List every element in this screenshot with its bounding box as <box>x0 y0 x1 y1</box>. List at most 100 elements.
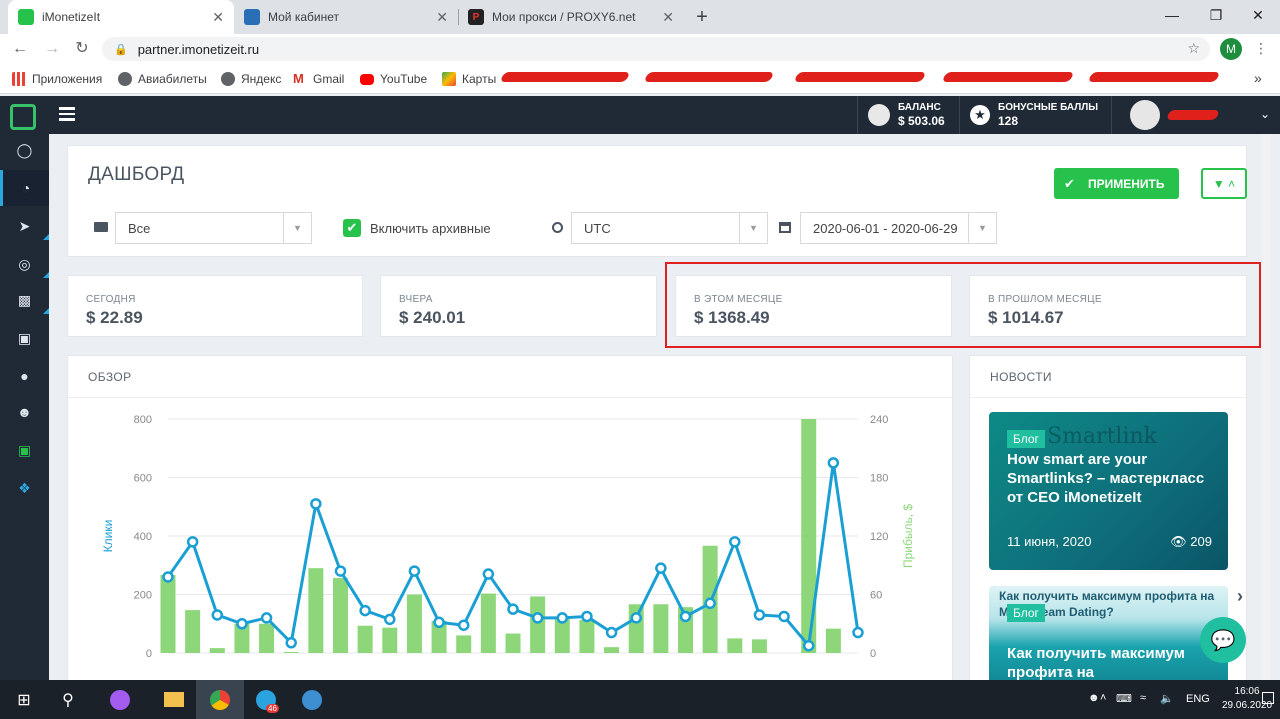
stat-card-yesterday: ВЧЕРА $ 240.01 <box>380 275 657 337</box>
new-tab-button[interactable]: + <box>690 0 714 34</box>
telegram-icon[interactable]: 46 <box>242 680 290 719</box>
sidebar-item-payments[interactable]: ▣ <box>0 320 49 356</box>
sidebar-item-ideas[interactable]: ◯ <box>0 132 49 168</box>
bookmark-apps[interactable]: Приложения <box>12 72 102 86</box>
bonus-points-box[interactable]: ★ БОНУСНЫЕ БАЛЛЫ 128 <box>959 96 1111 134</box>
notifications-icon[interactable] <box>1262 692 1274 704</box>
source-select[interactable]: Все ▼ <box>115 212 312 244</box>
app-icon[interactable] <box>288 680 336 719</box>
data-point <box>778 610 790 623</box>
globe-icon <box>221 72 235 86</box>
file-explorer-icon[interactable] <box>150 680 198 719</box>
browser-menu-icon[interactable]: ⋮ <box>1254 40 1268 57</box>
include-archived-checkbox[interactable]: ✔ <box>343 219 361 237</box>
close-window-icon[interactable]: ✕ <box>1238 0 1278 30</box>
bar <box>160 575 176 653</box>
tray-wifi-icon[interactable]: ≈ <box>1140 692 1146 704</box>
news-next-arrow-icon[interactable]: › <box>1237 586 1243 607</box>
sidebar-item-targets[interactable]: ◎ <box>0 246 49 282</box>
dropdown-arrow-icon: ▼ <box>968 213 996 243</box>
sidebar-item-gifts[interactable]: ▣ <box>0 432 49 468</box>
bookmark-gmail[interactable]: M Gmail <box>293 72 344 87</box>
timezone-select[interactable]: UTC ▼ <box>571 212 768 244</box>
bar <box>480 593 496 653</box>
close-tab-icon[interactable]: ✕ <box>212 9 224 26</box>
lock-icon: 🔒 <box>114 43 128 56</box>
tray-person-icon[interactable]: ☻ <box>1088 692 1100 704</box>
bookmark-label: Приложения <box>32 72 103 86</box>
input-language[interactable]: ENG <box>1186 693 1210 705</box>
news-card[interactable]: Smartlink Блог How smart are your Smartl… <box>989 412 1228 570</box>
balance-label: БАЛАНС <box>898 102 941 113</box>
tab-imonetizeit[interactable]: iMonetizeIt ✕ <box>8 0 234 34</box>
url-text: partner.imonetizeit.ru <box>137 41 260 57</box>
tray-keyboard-icon[interactable]: ⌨ <box>1116 692 1132 705</box>
apply-button[interactable]: ✔ ПРИМЕНИТЬ <box>1054 168 1179 199</box>
overview-panel: ОБЗОР 0 200 400 600 800 0 60 120 180 240 Клики Приб… <box>67 355 953 680</box>
bookmark-youtube[interactable]: YouTube <box>360 72 427 86</box>
tray-volume-icon[interactable]: 🔈 <box>1160 692 1174 705</box>
tab-title: Мой кабинет <box>268 10 340 24</box>
bookmark-star-icon[interactable]: ☆ <box>1187 40 1200 57</box>
tab-proxy6[interactable]: P Мои прокси / PROXY6.net ✕ <box>458 0 684 34</box>
app-sidebar: ◯ ◔ ➤ ◎ ▩ ▣ ● ☻ ▣ ❖ <box>0 96 49 680</box>
profile-avatar[interactable]: M <box>1220 38 1242 60</box>
data-point <box>605 626 618 639</box>
sidebar-item-offers[interactable]: ➤ <box>0 208 49 244</box>
bar <box>653 604 669 653</box>
close-tab-icon[interactable]: ✕ <box>662 9 674 26</box>
user-menu[interactable]: ⌄ <box>1111 96 1280 134</box>
bookmark-yandex[interactable]: Яндекс <box>221 72 281 86</box>
news-views: 👁 209 <box>1170 534 1212 550</box>
apply-button-label: ПРИМЕНИТЬ <box>1088 176 1165 191</box>
bookmark-aviabilety[interactable]: Авиабилеты <box>118 72 207 86</box>
forward-arrow-icon[interactable]: → <box>42 39 62 59</box>
date-range-select[interactable]: 2020-06-01 - 2020-06-29 ▼ <box>800 212 997 244</box>
news-tag: Блог <box>1007 430 1045 448</box>
puzzle-icon: ❖ <box>18 479 31 496</box>
balance-box[interactable]: БАЛАНС $ 503.06 <box>857 96 959 134</box>
chat-bubble-icon: 💬 <box>1210 629 1236 652</box>
data-point <box>507 603 519 615</box>
bookmark-maps[interactable]: Карты <box>442 72 496 86</box>
data-point <box>753 609 766 621</box>
balance-value: $ 503.06 <box>898 114 945 128</box>
search-icon[interactable]: ⚲ <box>44 680 92 719</box>
url-field[interactable]: 🔒 partner.imonetizeit.ru ☆ <box>102 37 1210 61</box>
sidebar-item-integrations[interactable]: ❖ <box>0 470 49 506</box>
data-point <box>162 571 174 583</box>
alice-assistant-icon[interactable] <box>96 680 144 719</box>
overview-chart: 0 200 400 600 800 0 60 120 180 240 Клики Прибыль, $ <box>101 414 915 660</box>
minimize-icon[interactable]: — <box>1152 0 1192 30</box>
y-axis-label: Клики <box>101 520 115 553</box>
bookmarks-bar: Приложения Авиабилеты Яндекс M Gmail You… <box>0 64 1280 94</box>
redacted-username <box>1166 110 1220 120</box>
data-point <box>827 457 840 469</box>
back-arrow-icon[interactable]: ← <box>10 39 30 59</box>
red-highlight-frame <box>665 262 1261 348</box>
close-tab-icon[interactable]: ✕ <box>436 9 448 26</box>
windows-start-icon[interactable]: ⊞ <box>0 680 48 719</box>
chat-widget-button[interactable]: 💬 <box>1200 617 1246 663</box>
sidebar-item-dashboard[interactable]: ◔ <box>0 170 49 206</box>
bookmarks-more[interactable]: » <box>1254 70 1262 86</box>
menu-toggle-icon[interactable] <box>59 107 75 121</box>
tab-title: iMonetizeIt <box>42 10 101 24</box>
bonus-label: БОНУСНЫЕ БАЛЛЫ <box>998 102 1099 113</box>
chrome-icon[interactable] <box>196 680 244 719</box>
reload-icon[interactable]: ↻ <box>72 39 92 59</box>
sidebar-item-statistics[interactable]: ▩ <box>0 282 49 318</box>
filter-toggle-button[interactable]: ▼ ˄ <box>1201 168 1247 199</box>
imonetizeit-logo[interactable] <box>10 104 36 130</box>
page-scrollbar[interactable] <box>1262 134 1270 680</box>
news-card[interactable]: Как получить максимум профита на Mainstr… <box>989 586 1228 680</box>
bar <box>825 628 841 653</box>
sidebar-item-globe[interactable]: ● <box>0 358 49 394</box>
stat-value: $ 240.01 <box>399 308 466 327</box>
maximize-icon[interactable]: ❐ <box>1196 0 1236 30</box>
sidebar-item-referrals[interactable]: ☻ <box>0 394 49 430</box>
tray-chevron-up-icon[interactable]: ˄ <box>1100 692 1106 704</box>
bar-chart-icon: ▩ <box>17 291 32 308</box>
globe-icon: ● <box>20 368 29 384</box>
tab-moi-kabinet[interactable]: Мой кабинет ✕ <box>234 0 458 34</box>
